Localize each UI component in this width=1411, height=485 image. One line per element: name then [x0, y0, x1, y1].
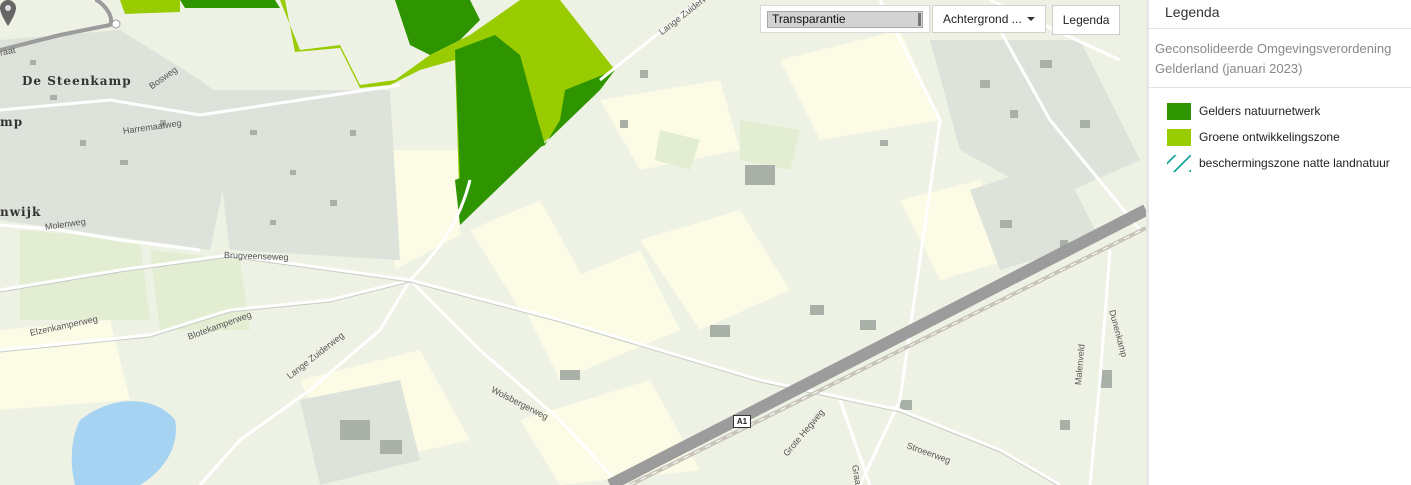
legend-item: Groene ontwikkelingszone	[1167, 124, 1411, 150]
legend-item-label: beschermingszone natte landnatuur	[1199, 156, 1390, 170]
legend-button[interactable]: Legenda	[1051, 5, 1121, 35]
legend-subtitle: Geconsolideerde Omgevingsverordening Gel…	[1149, 29, 1411, 88]
legend-item-label: Groene ontwikkelingszone	[1199, 130, 1340, 144]
legend-item: Gelders natuurnetwerk	[1167, 98, 1411, 124]
transparency-label: Transparantie	[772, 11, 846, 26]
lake	[71, 401, 176, 485]
caret-down-icon	[1026, 17, 1035, 21]
legend-list: Gelders natuurnetwerk Groene ontwikkelin…	[1149, 88, 1411, 176]
legend-button-label: Legenda	[1062, 13, 1110, 27]
map-label-de-steenkamp: De Steenkamp	[22, 74, 132, 88]
map-view[interactable]: raat De Steenkamp mp nwijk Bosweg Harrem…	[0, 0, 1146, 485]
background-dropdown[interactable]: Achtergrond ...	[932, 5, 1046, 33]
legend-panel: Legenda Geconsolideerde Omgevingsverorde…	[1146, 0, 1411, 485]
transparency-slider[interactable]: Transparantie	[767, 10, 923, 28]
map-label-nwijk: nwijk	[0, 205, 42, 219]
transparency-control[interactable]: Transparantie	[760, 5, 930, 33]
legend-swatch-natuurnetwerk	[1167, 102, 1191, 120]
background-dropdown-label: Achtergrond ...	[943, 12, 1022, 26]
location-pin-icon[interactable]	[0, 0, 16, 26]
legend-title: Legenda	[1149, 0, 1411, 29]
legend-swatch-ontwikkelingszone	[1167, 128, 1191, 146]
roundabout	[111, 19, 121, 29]
a1-road-shield: A1	[733, 415, 751, 428]
legend-swatch-natte-landnatuur	[1167, 154, 1191, 172]
legend-item: beschermingszone natte landnatuur	[1167, 150, 1411, 176]
transparency-slider-handle[interactable]	[918, 12, 921, 26]
map-toolbar: Transparantie Achtergrond ... Legenda	[760, 5, 1121, 35]
map-label-mp: mp	[0, 115, 24, 129]
legend-item-label: Gelders natuurnetwerk	[1199, 104, 1321, 118]
